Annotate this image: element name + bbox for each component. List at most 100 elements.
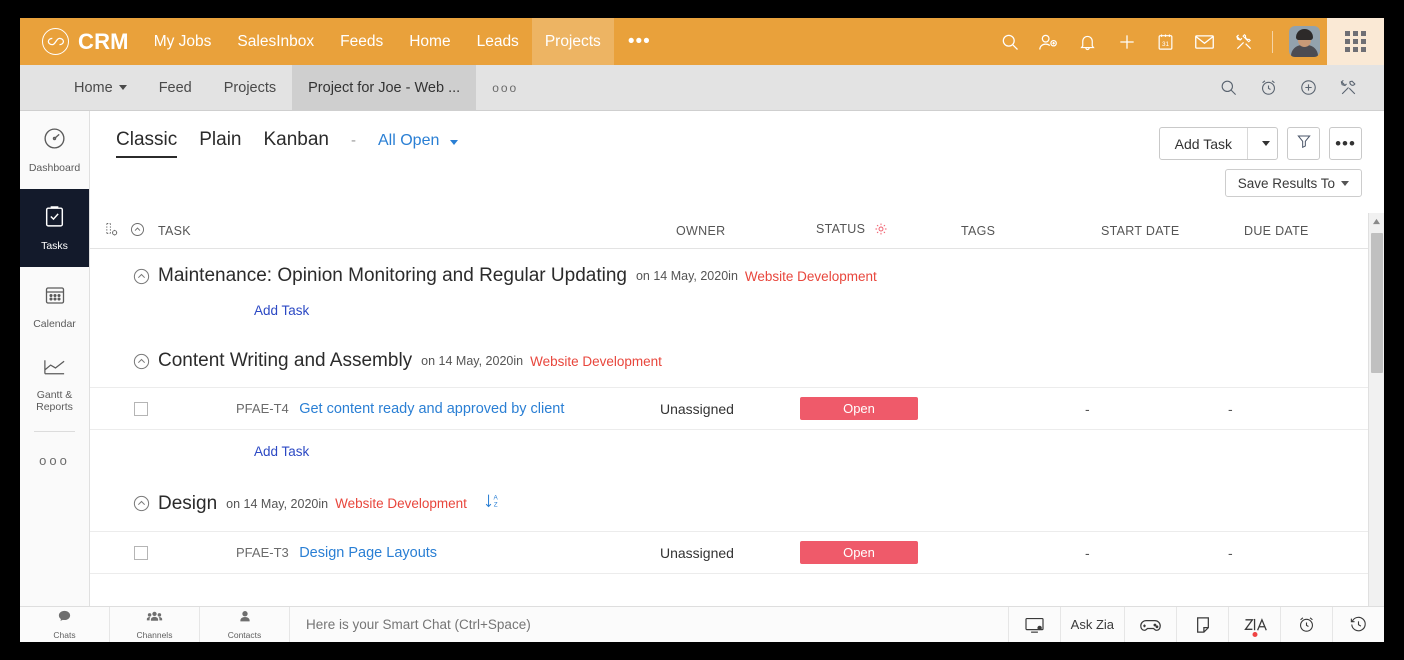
task-group-header[interactable]: Maintenance: Opinion Monitoring and Regu… bbox=[90, 249, 1368, 302]
brand-logo[interactable]: CRM bbox=[20, 28, 141, 55]
view-tab-kanban[interactable]: Kanban bbox=[263, 129, 329, 156]
status-badge[interactable]: Open bbox=[800, 397, 918, 420]
notification-dot bbox=[1252, 632, 1257, 637]
task-name-link[interactable]: Get content ready and approved by client bbox=[299, 401, 564, 417]
task-start-date: - bbox=[1085, 400, 1090, 417]
bell-icon[interactable] bbox=[1068, 18, 1107, 65]
gauge-icon bbox=[42, 126, 67, 156]
row-checkbox[interactable] bbox=[134, 545, 148, 560]
topnav-salesinbox[interactable]: SalesInbox bbox=[224, 18, 327, 65]
calendar-icon[interactable]: 31 bbox=[1146, 18, 1185, 65]
add-task-button[interactable]: Add Task bbox=[1160, 128, 1247, 159]
tab-more-button[interactable]: ooo bbox=[476, 65, 534, 111]
app-launcher-icon[interactable] bbox=[1327, 18, 1384, 65]
chat-item-contacts[interactable]: Contacts bbox=[200, 607, 290, 642]
chat-bar-actions: Ask Zia bbox=[1007, 607, 1384, 642]
tools-icon[interactable] bbox=[1224, 18, 1263, 65]
chat-item-label: Channels bbox=[136, 630, 173, 640]
task-name-link[interactable]: Design Page Layouts bbox=[299, 545, 437, 561]
tools-icon[interactable] bbox=[1328, 65, 1368, 111]
view-tab-classic[interactable]: Classic bbox=[116, 129, 178, 158]
group-collapse-icon[interactable] bbox=[98, 267, 158, 286]
tab-home[interactable]: Home bbox=[58, 65, 143, 111]
more-options-button[interactable]: ••• bbox=[1329, 127, 1362, 160]
vertical-scrollbar[interactable] bbox=[1368, 213, 1384, 622]
alarm-clock-icon[interactable] bbox=[1248, 65, 1288, 111]
bottom-chat-bar: Chats Channels Contacts Here is your Sma… bbox=[20, 606, 1384, 642]
task-due-date: - bbox=[1228, 544, 1233, 561]
task-group-header[interactable]: Design on 14 May, 2020in Website Develop… bbox=[90, 475, 1368, 531]
topnav-more-button[interactable]: ••• bbox=[614, 18, 665, 65]
add-task-dropdown-button[interactable] bbox=[1247, 128, 1277, 159]
group-project-link[interactable]: Website Development bbox=[335, 496, 467, 511]
zia-logo-icon[interactable] bbox=[1228, 607, 1280, 642]
sticky-note-icon[interactable] bbox=[1176, 607, 1228, 642]
column-settings-icon[interactable] bbox=[104, 221, 121, 241]
smart-chat-input[interactable] bbox=[306, 617, 1008, 632]
sidebar-item-dashboard[interactable]: Dashboard bbox=[20, 111, 89, 189]
sidebar-item-calendar[interactable]: Calendar bbox=[20, 267, 89, 345]
gear-icon[interactable] bbox=[874, 222, 888, 239]
tab-feed[interactable]: Feed bbox=[143, 65, 208, 111]
chevron-down-icon bbox=[449, 140, 458, 145]
topnav-leads[interactable]: Leads bbox=[464, 18, 532, 65]
topnav-feeds[interactable]: Feeds bbox=[327, 18, 396, 65]
search-icon[interactable] bbox=[990, 18, 1029, 65]
column-header-status[interactable]: STATUS bbox=[816, 222, 961, 239]
sidebar-more-button[interactable]: ooo bbox=[20, 440, 89, 480]
topnav-my-jobs[interactable]: My Jobs bbox=[141, 18, 225, 65]
row-checkbox[interactable] bbox=[134, 401, 148, 416]
infinity-loop-icon bbox=[42, 28, 69, 55]
add-task-button-group: Add Task bbox=[1158, 127, 1278, 160]
svg-text:A: A bbox=[493, 494, 498, 501]
table-row[interactable]: PFAE-T3 Design Page Layouts Unassigned O… bbox=[90, 531, 1368, 574]
topnav-projects[interactable]: Projects bbox=[531, 18, 614, 65]
avatar[interactable] bbox=[1289, 26, 1320, 57]
sidebar-item-gantt-reports[interactable]: Gantt & Reports bbox=[20, 345, 89, 423]
tab-project-for-joe[interactable]: Project for Joe - Web ... bbox=[292, 64, 477, 111]
history-icon[interactable] bbox=[1332, 607, 1384, 642]
column-header-tags[interactable]: TAGS bbox=[961, 224, 1101, 238]
group-project-link[interactable]: Website Development bbox=[530, 354, 662, 369]
column-header-task[interactable]: TASK bbox=[158, 224, 676, 238]
table-header-row: TASK OWNER STATUS TAGS START DATE DUE DA… bbox=[90, 213, 1384, 249]
chat-item-channels[interactable]: Channels bbox=[110, 607, 200, 642]
filter-button[interactable] bbox=[1287, 127, 1320, 160]
vertical-scrollbar-thumb[interactable] bbox=[1371, 233, 1383, 373]
ask-zia-button[interactable]: Ask Zia bbox=[1059, 607, 1124, 642]
collapse-all-icon[interactable] bbox=[129, 221, 146, 241]
status-badge[interactable]: Open bbox=[800, 541, 918, 564]
add-user-icon[interactable] bbox=[1029, 18, 1068, 65]
group-collapse-icon[interactable] bbox=[98, 494, 158, 513]
group-collapse-icon[interactable] bbox=[98, 352, 158, 371]
table-body: Maintenance: Opinion Monitoring and Regu… bbox=[90, 249, 1368, 622]
task-group-header[interactable]: Content Writing and Assembly on 14 May, … bbox=[90, 334, 1368, 387]
mail-icon[interactable] bbox=[1185, 18, 1224, 65]
filter-dropdown-label: All Open bbox=[378, 132, 440, 149]
task-start-date: - bbox=[1085, 544, 1090, 561]
group-project-link[interactable]: Website Development bbox=[745, 269, 877, 284]
plus-icon[interactable] bbox=[1107, 18, 1146, 65]
sidebar-item-tasks[interactable]: Tasks bbox=[20, 189, 89, 267]
chart-icon bbox=[42, 356, 67, 383]
column-header-owner[interactable]: OWNER bbox=[676, 224, 816, 238]
view-tab-plain[interactable]: Plain bbox=[199, 129, 241, 156]
add-task-link[interactable]: Add Task bbox=[90, 430, 309, 475]
search-icon[interactable] bbox=[1208, 65, 1248, 111]
table-row[interactable]: PFAE-T4 Get content ready and approved b… bbox=[90, 387, 1368, 430]
chat-item-chats[interactable]: Chats bbox=[20, 607, 110, 642]
save-results-to-button[interactable]: Save Results To bbox=[1224, 169, 1362, 197]
add-task-link[interactable]: Add Task bbox=[90, 303, 309, 334]
alarm-clock-icon[interactable] bbox=[1280, 607, 1332, 642]
column-header-start-date[interactable]: START DATE bbox=[1101, 224, 1244, 238]
column-header-due-date[interactable]: DUE DATE bbox=[1244, 224, 1384, 238]
filter-dropdown[interactable]: All Open bbox=[378, 132, 458, 150]
group-name: Design bbox=[158, 492, 218, 514]
topnav-home[interactable]: Home bbox=[396, 18, 463, 65]
plus-circle-icon[interactable] bbox=[1288, 65, 1328, 111]
tab-projects[interactable]: Projects bbox=[208, 65, 292, 111]
sort-az-icon[interactable]: A Z bbox=[483, 491, 502, 516]
screen-share-icon[interactable] bbox=[1007, 607, 1060, 642]
gamepad-icon[interactable] bbox=[1124, 607, 1176, 642]
scroll-up-icon[interactable] bbox=[1369, 213, 1384, 229]
